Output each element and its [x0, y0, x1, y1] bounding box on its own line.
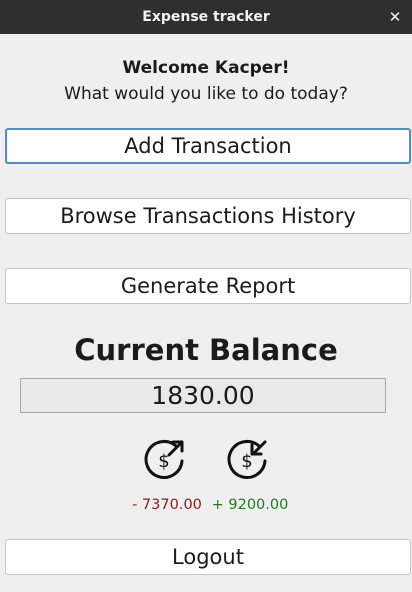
add-transaction-button[interactable]: Add Transaction [5, 128, 411, 164]
money-in-icon[interactable]: $ [226, 437, 270, 481]
prompt-text: What would you like to do today? [64, 84, 348, 104]
balance-title: Current Balance [74, 333, 338, 367]
close-icon[interactable]: ✕ [384, 0, 406, 34]
generate-report-button[interactable]: Generate Report [5, 268, 411, 304]
window-title: Expense tracker [142, 9, 270, 25]
logout-button[interactable]: Logout [5, 539, 411, 575]
balance-value: 1830.00 [20, 378, 386, 413]
expenses-total: - 7370.00 [132, 497, 202, 513]
svg-text:$: $ [241, 451, 252, 472]
title-bar: Expense tracker ✕ [0, 0, 412, 34]
welcome-message: Welcome Kacper! [122, 58, 290, 78]
browse-history-button[interactable]: Browse Transactions History [5, 198, 411, 234]
svg-text:$: $ [158, 451, 169, 472]
money-out-icon[interactable]: $ [143, 437, 187, 481]
income-total: + 9200.00 [211, 497, 289, 513]
